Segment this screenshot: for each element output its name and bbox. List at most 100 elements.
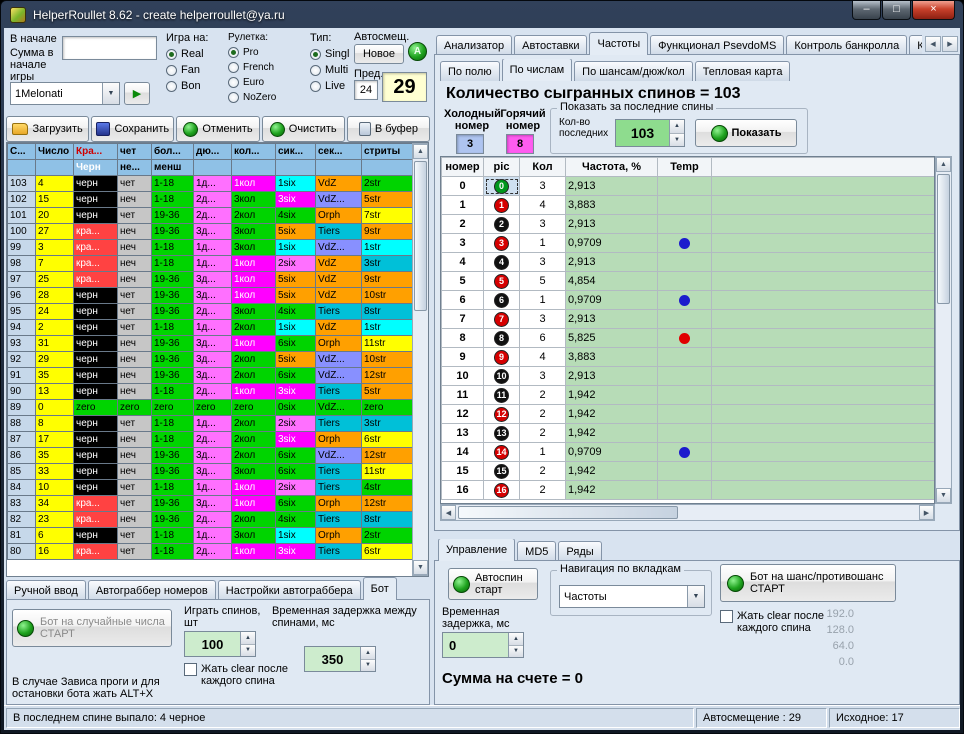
- new-button[interactable]: Новое: [354, 44, 404, 64]
- freq-percent-cell[interactable]: 0,9709: [566, 291, 658, 310]
- freq-pic-cell[interactable]: 16: [484, 481, 520, 500]
- history-cell[interactable]: черн: [74, 384, 118, 400]
- history-cell[interactable]: черн: [74, 464, 118, 480]
- freq-row[interactable]: 7732,913: [442, 310, 936, 329]
- history-row[interactable]: 8016кра...чет1-182д...1кол3sixTiers6str: [8, 544, 414, 560]
- freq-temp-cell[interactable]: [658, 367, 712, 386]
- freq-row[interactable]: 141410,9709: [442, 443, 936, 462]
- history-cell[interactable]: 19-36: [152, 336, 194, 352]
- history-cell[interactable]: черн: [74, 336, 118, 352]
- history-cell[interactable]: 1-18: [152, 176, 194, 192]
- history-cell[interactable]: Tiers: [316, 304, 362, 320]
- history-cell[interactable]: 2д...: [194, 432, 232, 448]
- history-cell[interactable]: 3д...: [194, 336, 232, 352]
- history-cell[interactable]: 2кол: [232, 208, 276, 224]
- freq-pic-cell[interactable]: 8: [484, 329, 520, 348]
- history-cell[interactable]: 92: [8, 352, 36, 368]
- history-cell[interactable]: 2кол: [232, 320, 276, 336]
- freq-count-cell[interactable]: 4: [520, 348, 566, 367]
- clear-after-spin-checkbox[interactable]: Жать clear после каждого спина: [184, 663, 314, 687]
- radio-euro[interactable]: Euro: [228, 77, 276, 88]
- history-cell[interactable]: 5six: [276, 352, 316, 368]
- history-cell[interactable]: черн: [74, 288, 118, 304]
- history-cell[interactable]: 13: [36, 384, 74, 400]
- history-cell[interactable]: 5six: [276, 224, 316, 240]
- history-cell[interactable]: 28: [36, 288, 74, 304]
- history-cell[interactable]: 19-36: [152, 464, 194, 480]
- freq-row[interactable]: 1143,883: [442, 196, 936, 215]
- freq-row[interactable]: 3310,9709: [442, 234, 936, 253]
- radio-french[interactable]: French: [228, 62, 276, 73]
- freq-count-cell[interactable]: 3: [520, 367, 566, 386]
- history-cell[interactable]: неч: [118, 240, 152, 256]
- freq-row[interactable]: 0032,913: [442, 177, 936, 196]
- history-cell[interactable]: 2six: [276, 480, 316, 496]
- freq-percent-cell[interactable]: 2,913: [566, 215, 658, 234]
- history-cell[interactable]: неч: [118, 192, 152, 208]
- freq-percent-cell[interactable]: 2,913: [566, 253, 658, 272]
- freq-temp-cell[interactable]: [658, 310, 712, 329]
- radio-nozero[interactable]: NoZero: [228, 92, 276, 103]
- freq-subtab-3[interactable]: Тепловая карта: [695, 61, 791, 81]
- history-cell[interactable]: 7: [36, 256, 74, 272]
- history-cell[interactable]: 2six: [276, 256, 316, 272]
- history-cell[interactable]: 0: [36, 400, 74, 416]
- history-cell[interactable]: чет: [118, 320, 152, 336]
- history-cell[interactable]: 102: [8, 192, 36, 208]
- history-column-subheader[interactable]: менш: [152, 160, 194, 176]
- history-cell[interactable]: кра...: [74, 496, 118, 512]
- minimize-button[interactable]: –: [852, 1, 881, 20]
- history-cell[interactable]: 1кол: [232, 272, 276, 288]
- history-row[interactable]: 942чернчет1-181д...2кол1sixVdZ1str: [8, 320, 414, 336]
- freq-percent-cell[interactable]: 3,883: [566, 196, 658, 215]
- history-cell[interactable]: 2д...: [194, 304, 232, 320]
- history-cell[interactable]: 2кол: [232, 416, 276, 432]
- history-cell[interactable]: 2кол: [232, 448, 276, 464]
- right-tab-2[interactable]: Частоты: [589, 32, 648, 55]
- freq-number-cell[interactable]: 1: [442, 196, 484, 215]
- history-cell[interactable]: 35: [36, 448, 74, 464]
- history-cell[interactable]: 19-36: [152, 208, 194, 224]
- freq-column-header[interactable]: номер: [442, 158, 484, 177]
- close-button[interactable]: ×: [912, 1, 955, 20]
- history-cell[interactable]: черн: [74, 416, 118, 432]
- history-cell[interactable]: 2д...: [194, 208, 232, 224]
- history-row[interactable]: 9628чернчет19-363д...1кол5sixVdZ10str: [8, 288, 414, 304]
- history-cell[interactable]: 100: [8, 224, 36, 240]
- history-row[interactable]: 987кра...неч1-181д...1кол2sixVdZ3str: [8, 256, 414, 272]
- freq-percent-cell[interactable]: 2,913: [566, 310, 658, 329]
- history-cell[interactable]: 96: [8, 288, 36, 304]
- history-cell[interactable]: 11str: [362, 464, 414, 480]
- history-row[interactable]: 8334кра...чет19-363д...1кол6sixOrph12str: [8, 496, 414, 512]
- history-cell[interactable]: 2str: [362, 528, 414, 544]
- freq-count-cell[interactable]: 3: [520, 310, 566, 329]
- left-tab-0[interactable]: Ручной ввод: [6, 580, 86, 600]
- history-cell[interactable]: 3: [36, 240, 74, 256]
- freq-percent-cell[interactable]: 0,9709: [566, 443, 658, 462]
- freq-subtab-0[interactable]: По полю: [440, 61, 500, 81]
- freq-temp-cell[interactable]: [658, 424, 712, 443]
- freq-number-cell[interactable]: 5: [442, 272, 484, 291]
- history-row[interactable]: 1034чернчет1-181д...1кол1sixVdZ2str: [8, 176, 414, 192]
- freq-temp-cell[interactable]: [658, 386, 712, 405]
- history-cell[interactable]: 103: [8, 176, 36, 192]
- freq-count-cell[interactable]: 2: [520, 424, 566, 443]
- history-cell[interactable]: 2кол: [232, 432, 276, 448]
- freq-number-cell[interactable]: 2: [442, 215, 484, 234]
- history-column-subheader[interactable]: [362, 160, 414, 176]
- history-row[interactable]: 9524чернчет19-362д...3кол4sixTiers8str: [8, 304, 414, 320]
- history-cell[interactable]: 3кол: [232, 304, 276, 320]
- history-column-subheader[interactable]: [8, 160, 36, 176]
- history-cell[interactable]: 4: [36, 176, 74, 192]
- history-cell[interactable]: 91: [8, 368, 36, 384]
- history-cell[interactable]: 8: [36, 416, 74, 432]
- load-button[interactable]: Загрузить: [6, 116, 89, 142]
- history-cell[interactable]: чет: [118, 416, 152, 432]
- history-cell[interactable]: 20: [36, 208, 74, 224]
- history-cell[interactable]: VdZ...: [316, 368, 362, 384]
- history-cell[interactable]: 4six: [276, 512, 316, 528]
- history-cell[interactable]: Tiers: [316, 416, 362, 432]
- history-cell[interactable]: 87: [8, 432, 36, 448]
- chance-bot-start-button[interactable]: Бот на шанс/противошанс СТАРТ: [720, 564, 896, 602]
- control-tab-1[interactable]: MD5: [517, 541, 556, 561]
